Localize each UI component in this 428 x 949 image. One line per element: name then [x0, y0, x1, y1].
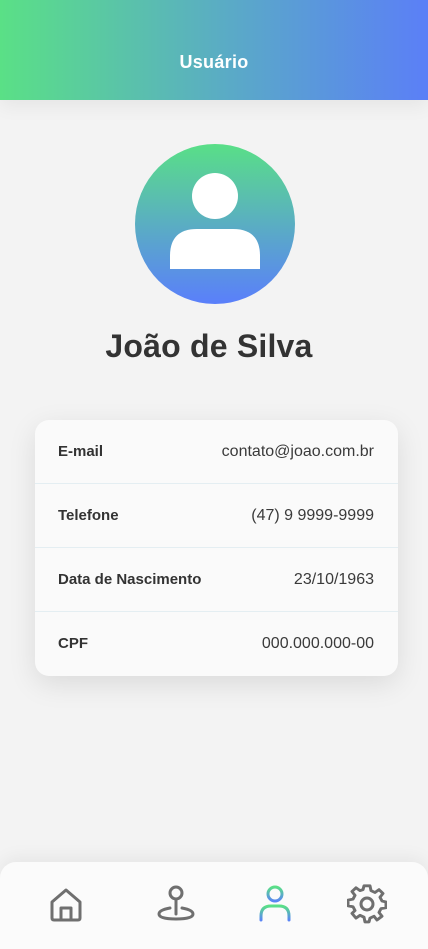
detail-row-email: E-mail contato@joao.com.br [35, 420, 398, 484]
cpf-value: 000.000.000-00 [261, 634, 374, 652]
gear-icon [347, 884, 387, 924]
user-avatar-icon [135, 144, 295, 304]
bottom-navigation [0, 862, 428, 949]
nav-settings-button[interactable] [345, 882, 389, 926]
nav-home-button[interactable] [44, 882, 88, 926]
user-icon [259, 885, 291, 922]
detail-row-birthdate: Data de Nascimento 23/10/1963 [35, 548, 398, 612]
cpf-label: CPF [58, 635, 88, 652]
phone-value: (47) 9 9999-9999 [251, 506, 374, 524]
detail-row-phone: Telefone (47) 9 9999-9999 [35, 484, 398, 548]
map-pin-icon [157, 885, 195, 921]
detail-row-cpf: CPF 000.000.000-00 [35, 612, 398, 675]
nav-map-button[interactable] [154, 882, 198, 926]
user-details-card: E-mail contato@joao.com.br Telefone (47)… [35, 420, 398, 676]
page-title: Usuário [179, 51, 249, 72]
user-name: João de Silva [105, 328, 313, 364]
email-label: E-mail [58, 443, 104, 460]
birthdate-label: Data de Nascimento [58, 571, 202, 588]
email-value: contato@joao.com.br [221, 442, 374, 460]
phone-label: Telefone [58, 507, 119, 524]
nav-user-button[interactable] [253, 882, 297, 926]
home-icon [50, 888, 82, 922]
birthdate-value: 23/10/1963 [293, 570, 374, 588]
app-header: Usuário [0, 0, 428, 100]
